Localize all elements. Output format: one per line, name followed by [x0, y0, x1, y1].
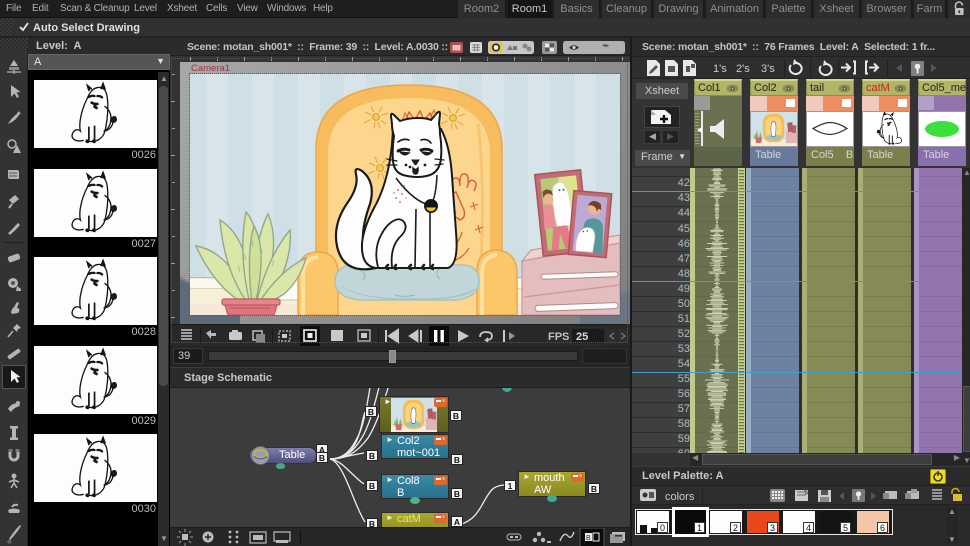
svg-text:25: 25	[576, 331, 588, 343]
svg-text:1's: 1's	[713, 63, 727, 75]
svg-text:B: B	[586, 535, 591, 542]
svg-text:colors: colors	[665, 491, 695, 503]
svg-text:2's: 2's	[736, 63, 750, 75]
svg-text:3's: 3's	[761, 63, 775, 75]
svg-text:FPS: FPS	[548, 331, 569, 343]
